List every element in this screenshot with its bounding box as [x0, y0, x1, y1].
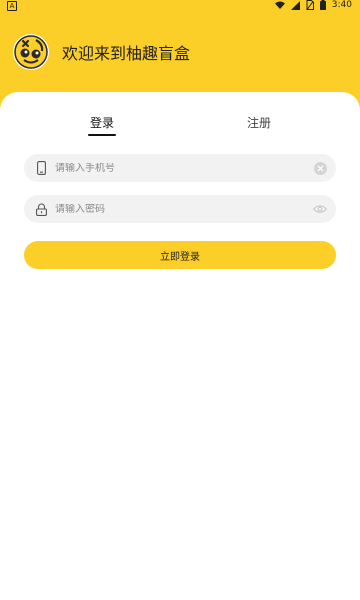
wifi-icon	[274, 1, 285, 9]
status-time: 3:40	[331, 0, 352, 10]
no-sim-icon	[306, 0, 314, 10]
phone-field	[24, 154, 336, 182]
auth-tabs: 登录 注册	[0, 114, 360, 138]
password-input[interactable]	[55, 203, 295, 215]
status-app-indicator: A	[7, 1, 17, 11]
status-bar: A 3:40	[0, 0, 360, 13]
lock-icon	[34, 203, 48, 216]
tab-login[interactable]: 登录	[90, 114, 114, 131]
app-title: 欢迎来到柚趣盲盒	[62, 44, 191, 63]
login-button[interactable]: 立即登录	[24, 241, 336, 269]
clear-icon[interactable]	[313, 161, 327, 175]
eye-icon[interactable]	[313, 202, 327, 216]
active-tab-indicator	[88, 134, 116, 136]
password-field	[24, 195, 336, 223]
app-logo-icon	[13, 34, 49, 70]
tab-register[interactable]: 注册	[247, 114, 271, 131]
battery-icon	[319, 0, 326, 10]
phone-icon	[34, 161, 48, 175]
brand-row: 欢迎来到柚趣盲盒	[13, 34, 190, 70]
phone-input[interactable]	[55, 162, 295, 174]
signal-icon	[290, 0, 300, 10]
